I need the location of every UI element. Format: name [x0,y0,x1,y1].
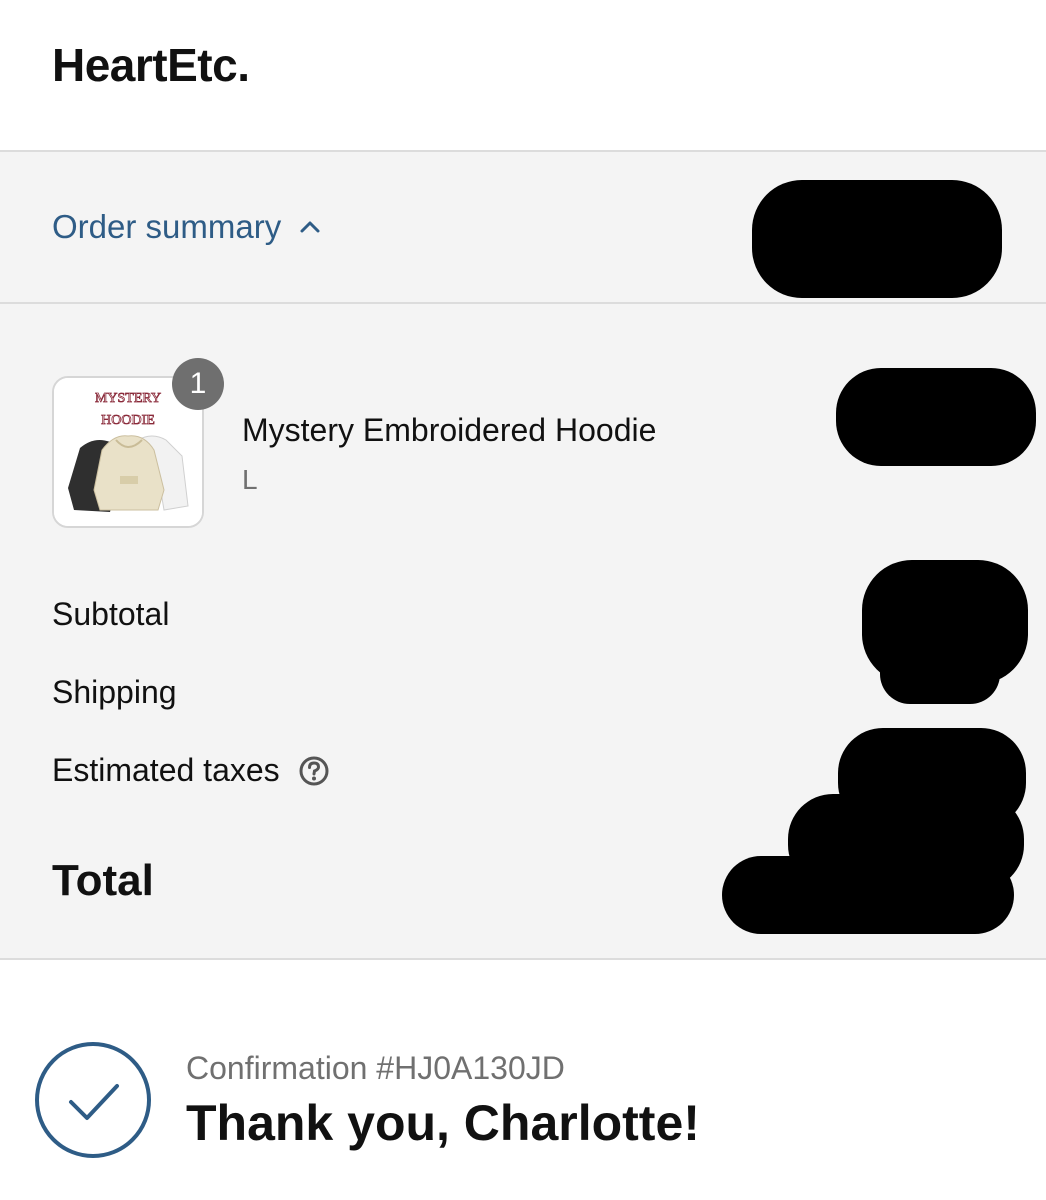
redacted-price [880,640,1000,704]
order-confirmation-page: HeartEtc. Order summary MYSTERY HOODIE 1… [0,0,1046,1200]
chevron-up-icon [299,216,321,238]
quantity-badge: 1 [172,358,224,410]
confirmation-number: Confirmation #HJ0A130JD [186,1050,565,1086]
product-name: Mystery Embroidered Hoodie [242,412,657,448]
confirmation-section: Confirmation #HJ0A130JD Thank you, Charl… [0,960,1046,1200]
thumb-text-2: HOODIE [101,413,155,428]
help-question-icon[interactable] [298,755,330,787]
redacted-price [722,856,1014,934]
shipping-row: Shipping [52,674,177,711]
taxes-row: Estimated taxes [52,752,330,789]
check-circle-icon [33,1040,153,1160]
taxes-label: Estimated taxes [52,752,280,788]
redacted-price [836,368,1036,466]
order-summary-panel: MYSTERY HOODIE 1 Mystery Embroidered Hoo… [0,304,1046,960]
store-logo-text[interactable]: HeartEtc. [52,38,250,92]
shipping-label: Shipping [52,674,177,710]
order-summary-label: Order summary [52,208,282,245]
subtotal-label: Subtotal [52,596,170,632]
subtotal-row: Subtotal [52,596,169,633]
order-summary-toggle[interactable]: Order summary [52,208,321,246]
redacted-price [752,180,1002,298]
thumb-text-1: MYSTERY [95,391,161,406]
order-summary-toggle-bar: Order summary [0,150,1046,304]
thank-you-heading: Thank you, Charlotte! [186,1095,700,1151]
total-label: Total [52,856,154,905]
store-header: HeartEtc. [0,0,1046,150]
product-variant: L [242,464,258,495]
